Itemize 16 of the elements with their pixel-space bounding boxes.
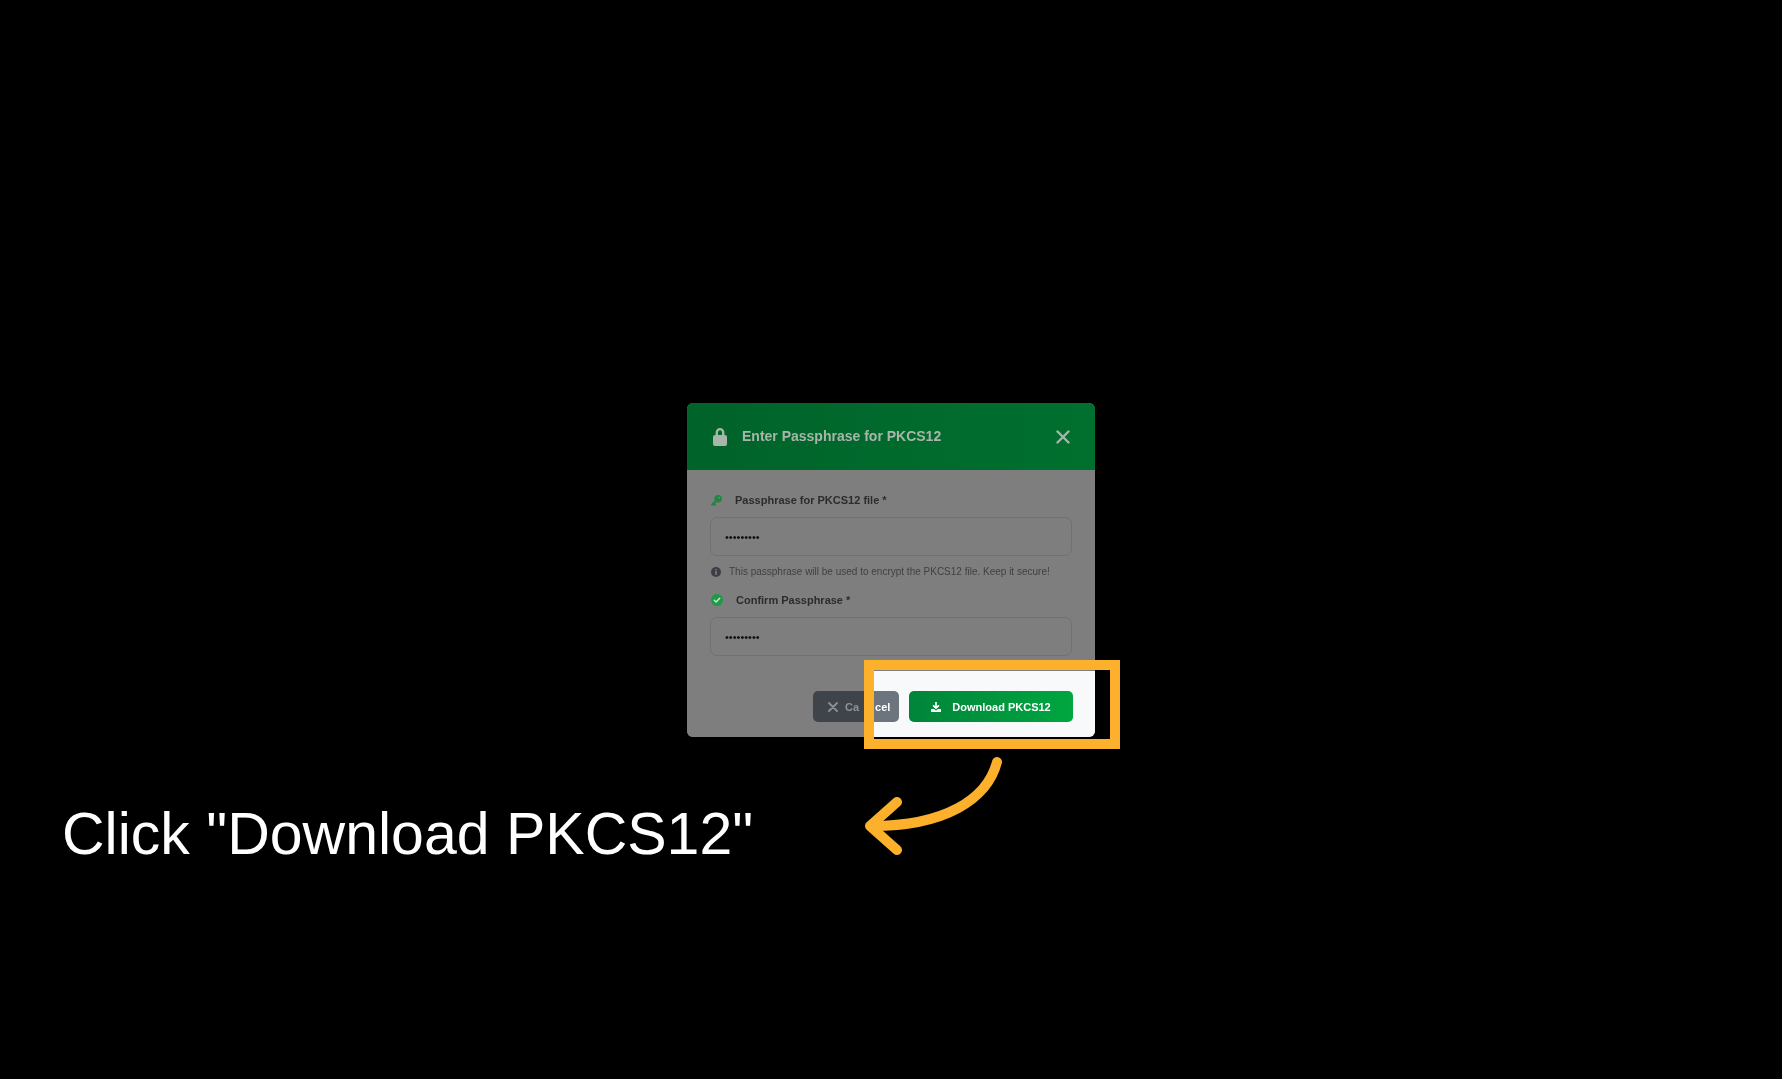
close-button[interactable] — [1056, 429, 1070, 444]
key-icon — [711, 494, 722, 506]
password-field[interactable]: ••••••••• — [710, 517, 1072, 556]
instruction-caption: Click "Download PKCS12" — [62, 805, 754, 864]
download-icon — [931, 701, 942, 712]
info-icon — [711, 567, 721, 577]
field-hint: This passphrase will be used to encrypt the PKCS12 file. Keep it secure! — [729, 566, 1050, 578]
download-button[interactable]: Download PKCS12 — [909, 691, 1073, 722]
field-label: Confirm Passphrase * — [736, 594, 851, 606]
close-icon — [1056, 429, 1070, 444]
dialog-title: Enter Passphrase for PKCS12 — [742, 427, 942, 446]
password-field[interactable]: ••••••••• — [710, 617, 1072, 656]
field-label: Passphrase for PKCS12 file * — [735, 494, 887, 506]
close-icon — [828, 701, 838, 712]
lock-icon — [713, 427, 727, 446]
check-circle-icon — [711, 594, 723, 606]
